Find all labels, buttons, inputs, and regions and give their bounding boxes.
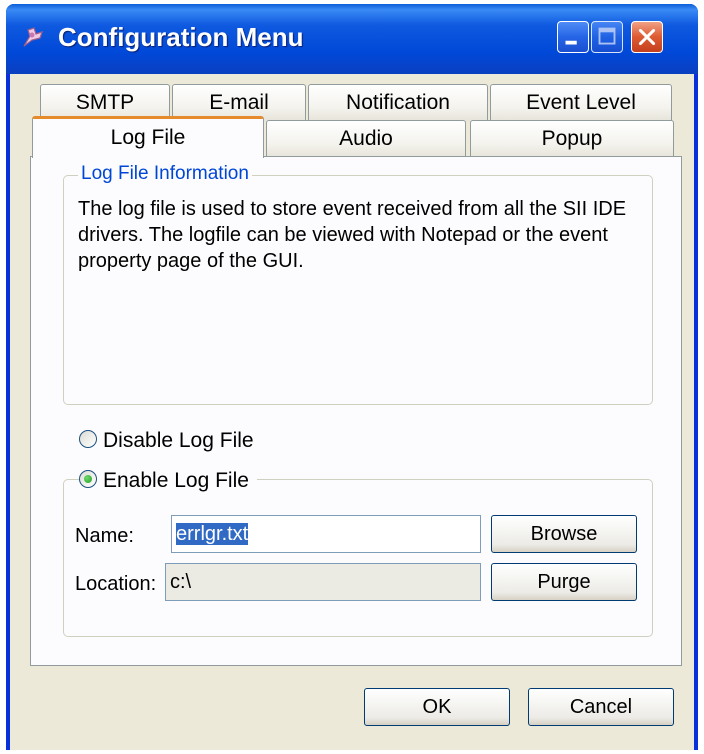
configuration-window: Configuration Menu SMTP E-mail Notificat… [6,4,698,750]
title-bar[interactable]: Configuration Menu [6,4,698,74]
log-file-information-title: Log File Information [78,163,252,185]
log-file-information-text: The log file is used to store event rece… [78,198,627,272]
location-value: c:\ [170,571,192,593]
log-file-information-group: Log File Information The log file is use… [63,163,653,405]
tab-notification[interactable]: Notification [308,84,488,122]
configuration-app-icon [20,24,46,50]
maximize-icon [598,27,616,45]
location-input[interactable]: c:\ [165,563,481,601]
minimize-icon [565,40,577,45]
enable-log-file-radio[interactable] [79,470,97,489]
cancel-button[interactable]: Cancel [528,688,674,726]
browse-button[interactable]: Browse [491,515,637,553]
purge-button[interactable]: Purge [491,563,637,601]
tab-popup[interactable]: Popup [470,120,674,158]
location-label: Location: [75,573,157,595]
disable-log-file-radio[interactable] [79,430,97,449]
enable-log-file-group [63,479,653,637]
name-input[interactable]: errlgr.txt [171,515,481,553]
maximize-button[interactable] [591,21,623,53]
log-file-tab-panel: Log File Information The log file is use… [30,156,682,666]
enable-log-file-label: Enable Log File [103,469,249,492]
close-icon [638,28,656,46]
ok-button[interactable]: OK [364,688,510,726]
name-value: errlgr.txt [176,523,249,545]
close-button[interactable] [631,21,663,53]
name-label: Name: [75,525,134,547]
window-title: Configuration Menu [58,22,304,52]
tab-audio[interactable]: Audio [266,120,466,158]
disable-log-file-option[interactable]: Disable Log File [79,429,262,453]
disable-log-file-label: Disable Log File [103,429,254,452]
tab-log-file[interactable]: Log File [32,116,264,158]
minimize-button[interactable] [557,21,589,53]
dialog-client-area: SMTP E-mail Notification Event Level Log… [10,74,694,750]
enable-log-file-option[interactable]: Enable Log File [79,469,257,493]
tab-event-level[interactable]: Event Level [490,84,672,122]
